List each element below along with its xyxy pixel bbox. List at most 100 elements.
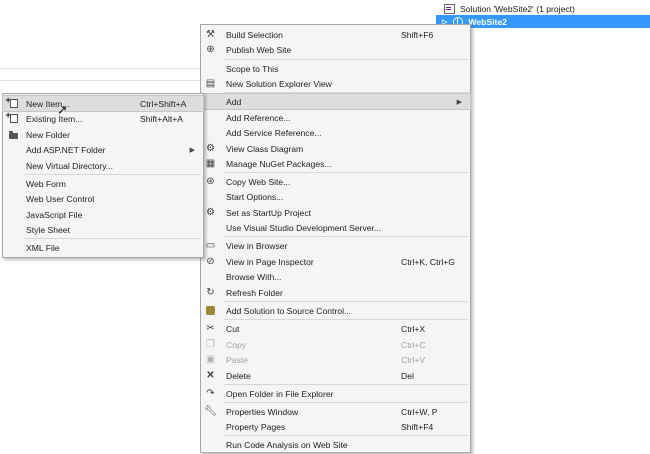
menu-item-paste[interactable]: ▣ Paste Ctrl+V [201, 352, 470, 367]
menu-item-label: View in Browser [226, 240, 288, 251]
menu-item-label: Properties Window [226, 406, 299, 417]
background-divider [0, 68, 200, 69]
new-folder-icon [8, 129, 19, 140]
menu-item-label: New Solution Explorer View [226, 78, 332, 89]
submenu-item-new-folder[interactable]: New Folder [3, 127, 203, 142]
submenu-arrow-icon: ▶ [456, 98, 462, 106]
menu-item-label: Add Service Reference... [226, 127, 322, 138]
menu-item-label: Start Options... [226, 191, 284, 202]
menu-item-shortcut: Ctrl+V [401, 354, 426, 365]
menu-item-use-vs-development-server[interactable]: Use Visual Studio Development Server... [201, 220, 470, 235]
paste-icon: ▣ [205, 354, 216, 365]
menu-item-label: Set as StartUp Project [226, 207, 312, 218]
refresh-icon: ↻ [206, 287, 215, 298]
new-view-icon: ▤ [205, 78, 216, 89]
menu-item-label: Copy [226, 339, 247, 350]
menu-separator [224, 402, 468, 403]
copy-icon: ❐ [206, 339, 215, 350]
menu-item-view-in-browser[interactable]: ▭ View in Browser [201, 238, 470, 253]
solution-node[interactable]: Solution 'WebSite2' (1 project) [444, 2, 575, 15]
submenu-item-add-aspnet-folder[interactable]: Add ASP.NET Folder ▶ [3, 142, 203, 157]
menu-item-label: Scope to This [226, 63, 279, 74]
menu-item-label: Browse With... [226, 271, 282, 282]
menu-item-manage-nuget-packages[interactable]: ▦ Manage NuGet Packages... [201, 156, 470, 171]
menu-item-label: Existing Item... [26, 113, 83, 124]
solution-label: Solution 'WebSite2' (1 project) [460, 3, 575, 14]
menu-item-build-selection[interactable]: ⚒ Build Selection Shift+F6 [201, 27, 470, 42]
menu-item-shortcut: Del [401, 370, 414, 381]
menu-item-label: JavaScript File [26, 209, 83, 220]
menu-item-label: Style Sheet [26, 224, 70, 235]
menu-item-open-folder-in-file-explorer[interactable]: ↷ Open Folder in File Explorer [201, 386, 470, 401]
menu-item-copy-web-site[interactable]: ⊛ Copy Web Site... [201, 174, 470, 189]
menu-separator [24, 238, 201, 239]
menu-separator [24, 174, 201, 175]
menu-item-label: Property Pages [226, 421, 286, 432]
wrench-icon: 🔧︎ [204, 406, 217, 417]
class-diagram-icon: ⚙ [206, 143, 215, 154]
submenu-item-existing-item[interactable]: Existing Item... Shift+Alt+A [3, 110, 203, 126]
submenu-item-new-item[interactable]: New Item... Ctrl+Shift+A [2, 95, 204, 112]
menu-item-cut[interactable]: ✂ Cut Ctrl+X [201, 321, 470, 336]
submenu-item-javascript-file[interactable]: JavaScript File [3, 207, 203, 222]
gear-icon: ⚙ [206, 207, 215, 218]
nuget-icon: ▦ [205, 158, 216, 169]
menu-item-run-code-analysis[interactable]: Run Code Analysis on Web Site [201, 437, 470, 452]
context-menu: ⚒ Build Selection Shift+F6 ⊕ Publish Web… [200, 24, 471, 453]
menu-item-label: Manage NuGet Packages... [226, 158, 332, 169]
menu-item-label: Add Solution to Source Control... [226, 305, 352, 316]
menu-item-add-to-source-control[interactable]: Add Solution to Source Control... [201, 303, 470, 318]
submenu-arrow-icon: ▶ [189, 146, 195, 154]
project-label: WebSite2 [468, 16, 507, 27]
menu-item-refresh-folder[interactable]: ↻ Refresh Folder [201, 285, 470, 300]
menu-item-property-pages[interactable]: Property Pages Shift+F4 [201, 419, 470, 434]
menu-item-label: View in Page Inspector [226, 256, 314, 267]
menu-item-view-in-page-inspector[interactable]: ⊘ View in Page Inspector Ctrl+K, Ctrl+G [201, 254, 470, 269]
source-control-icon [205, 305, 216, 316]
menu-separator [224, 172, 468, 173]
menu-item-shortcut: Shift+F6 [401, 29, 434, 40]
menu-item-shortcut: Ctrl+C [401, 339, 426, 350]
menu-separator [224, 319, 468, 320]
menu-item-add[interactable]: Add ▶ [200, 93, 471, 110]
menu-separator [224, 236, 468, 237]
menu-item-new-solution-explorer-view[interactable]: ▤ New Solution Explorer View [201, 76, 470, 91]
mouse-cursor-icon: ➚ [57, 102, 68, 117]
menu-item-scope-to-this[interactable]: Scope to This [201, 61, 470, 76]
menu-item-properties-window[interactable]: 🔧︎ Properties Window Ctrl+W, P [201, 404, 470, 419]
menu-item-delete[interactable]: ✕ Delete Del [201, 368, 470, 383]
menu-item-start-options[interactable]: Start Options... [201, 189, 470, 204]
menu-item-shortcut: Ctrl+K, Ctrl+G [401, 256, 455, 267]
menu-item-label: Add [226, 96, 242, 107]
existing-item-icon [6, 110, 19, 124]
build-icon: ⚒ [206, 29, 215, 40]
menu-item-label: XML File [26, 242, 60, 253]
menu-item-label: View Class Diagram [226, 143, 304, 154]
submenu-item-new-virtual-directory[interactable]: New Virtual Directory... [3, 158, 203, 173]
menu-item-copy[interactable]: ❐ Copy Ctrl+C [201, 337, 470, 352]
menu-item-browse-with[interactable]: Browse With... [201, 269, 470, 284]
menu-item-label: Open Folder in File Explorer [226, 388, 334, 399]
menu-item-label: Paste [226, 354, 248, 365]
submenu-item-web-form[interactable]: Web Form [3, 176, 203, 191]
menu-separator [224, 384, 468, 385]
menu-separator [224, 92, 468, 93]
add-submenu: New Item... Ctrl+Shift+A Existing Item..… [2, 93, 204, 258]
menu-item-publish-web-site[interactable]: ⊕ Publish Web Site [201, 42, 470, 57]
menu-item-label: New Virtual Directory... [26, 160, 114, 171]
menu-item-label: Build Selection [226, 29, 283, 40]
menu-item-add-reference[interactable]: Add Reference... [201, 110, 470, 125]
menu-item-set-as-startup-project[interactable]: ⚙ Set as StartUp Project [201, 205, 470, 220]
menu-item-shortcut: Ctrl+X [401, 323, 426, 334]
menu-item-add-service-reference[interactable]: Add Service Reference... [201, 125, 470, 140]
publish-icon: ⊕ [206, 44, 215, 55]
menu-item-view-class-diagram[interactable]: ⚙ View Class Diagram [201, 141, 470, 156]
menu-item-label: Web Form [26, 178, 66, 189]
menu-item-shortcut: Shift+F4 [401, 421, 434, 432]
menu-separator [224, 435, 468, 436]
submenu-item-web-user-control[interactable]: Web User Control [3, 191, 203, 206]
page-inspector-icon: ⊘ [206, 256, 215, 267]
submenu-item-style-sheet[interactable]: Style Sheet [3, 222, 203, 237]
menu-separator [224, 59, 468, 60]
submenu-item-xml-file[interactable]: XML File [3, 240, 203, 255]
